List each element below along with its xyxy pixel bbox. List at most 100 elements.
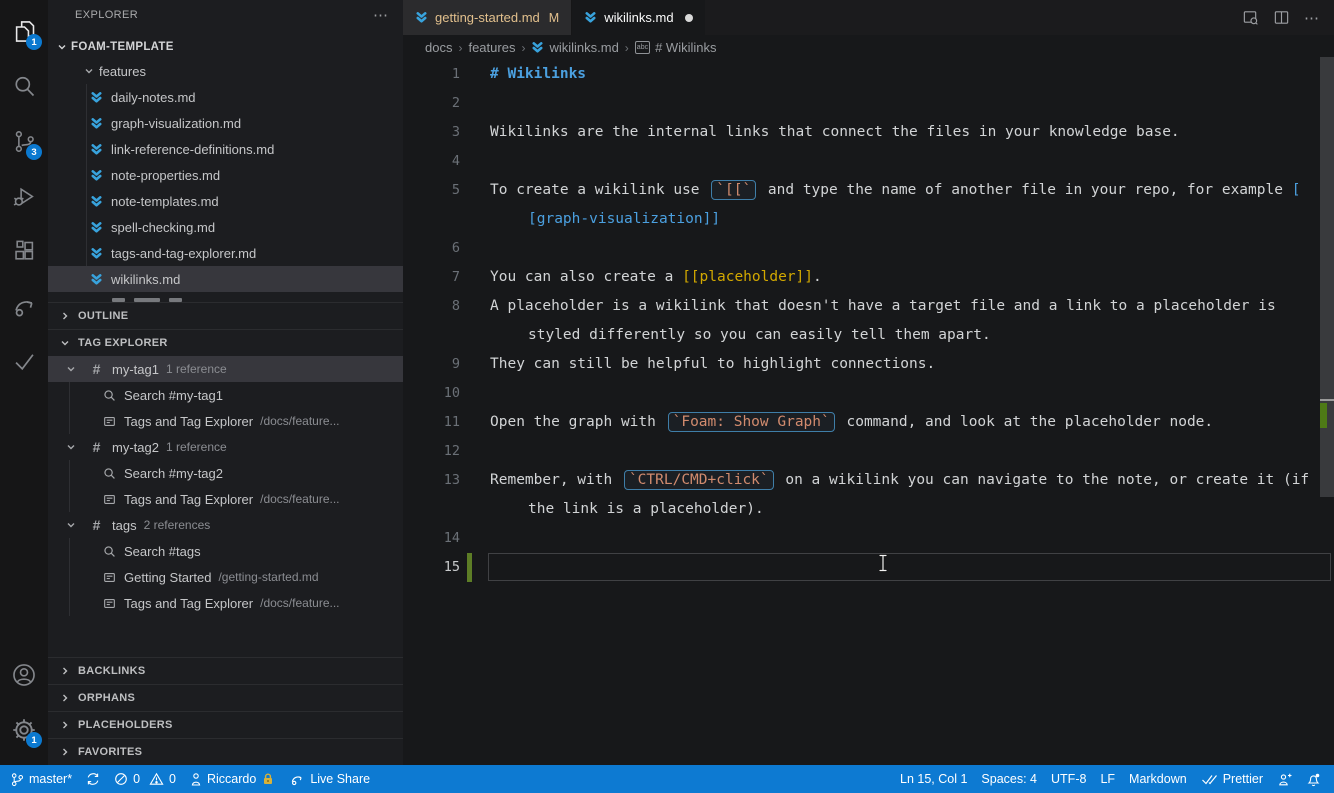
chevron-right-icon xyxy=(60,693,70,703)
activity-live-share-button[interactable] xyxy=(0,279,48,334)
search-icon xyxy=(103,545,116,558)
chevron-right-icon xyxy=(60,747,70,757)
activity-testing-button[interactable] xyxy=(0,334,48,389)
tag-explorer-tree: # my-tag1 1 reference Search #my-tag1 Ta… xyxy=(48,356,403,616)
code-row[interactable]: 8 A placeholder is a wikilink that doesn'… xyxy=(403,292,1334,321)
collapsed-section-header[interactable]: ORPHANS xyxy=(48,684,403,711)
code-row[interactable]: 1 # Wikilinks xyxy=(403,60,1334,89)
tab-getting-started[interactable]: getting-started.md M xyxy=(403,0,573,35)
file-row[interactable]: graph-visualization.md xyxy=(48,110,403,136)
breadcrumb-file[interactable]: wikilinks.md xyxy=(531,40,619,55)
tag-hash-icon: # xyxy=(92,361,101,377)
formatter-item[interactable]: Prettier xyxy=(1194,772,1270,786)
collapsed-section-header[interactable]: PLACEHOLDERS xyxy=(48,711,403,738)
live-share-status-item[interactable]: Live Share xyxy=(282,772,377,787)
notifications-item[interactable] xyxy=(1299,772,1328,787)
code-row[interactable]: 10 xyxy=(403,379,1334,408)
code-row[interactable]: 5 To create a wikilink use `[[` and type … xyxy=(403,176,1334,205)
activity-extensions-button[interactable] xyxy=(0,224,48,279)
tag-search-row[interactable]: Search #my-tag1 xyxy=(48,382,403,408)
tag-row[interactable]: # my-tag2 1 reference xyxy=(48,434,403,460)
feedback-item[interactable] xyxy=(1270,772,1299,787)
code-row[interactable]: 15 xyxy=(403,553,1334,582)
code-line-content: They can still be helpful to highlight c… xyxy=(490,356,936,372)
live-share-user-item[interactable]: Riccardo xyxy=(183,772,282,787)
note-icon xyxy=(103,493,116,506)
code-row[interactable]: 6 xyxy=(403,234,1334,263)
file-row[interactable]: link-reference-definitions.md xyxy=(48,136,403,162)
code-row[interactable]: 7 You can also create a [[placeholder]]. xyxy=(403,263,1334,292)
explorer-sidebar: EXPLORER ⋯ FOAM-TEMPLATE features daily-… xyxy=(48,0,403,765)
tag-note-row[interactable]: Getting Started /getting-started.md xyxy=(48,564,403,590)
settings-button[interactable]: 1 xyxy=(0,702,48,757)
breadcrumb-symbol[interactable]: abc # Wikilinks xyxy=(634,40,717,55)
breadcrumb-features[interactable]: features xyxy=(468,40,515,55)
sidebar-more-actions-icon[interactable]: ⋯ xyxy=(373,6,389,24)
activity-run-debug-button[interactable] xyxy=(0,169,48,224)
code-editor[interactable]: 1 # Wikilinks 2 3 Wikilinks are the internal… xyxy=(403,60,1334,765)
workspace-root-header[interactable]: FOAM-TEMPLATE xyxy=(48,36,403,58)
encoding-item[interactable]: UTF-8 xyxy=(1044,772,1093,786)
tag-row[interactable]: # my-tag1 1 reference xyxy=(48,356,403,382)
split-editor-icon[interactable] xyxy=(1273,9,1290,26)
collapsed-section-header[interactable]: FAVORITES xyxy=(48,738,403,765)
file-row[interactable]: tags-and-tag-explorer.md xyxy=(48,240,403,266)
sync-status-item[interactable] xyxy=(79,772,107,786)
line-number: 8 xyxy=(451,298,460,314)
activity-search-button[interactable] xyxy=(0,59,48,114)
code-row[interactable]: 12 xyxy=(403,437,1334,466)
account-button[interactable] xyxy=(0,647,48,702)
breadcrumb-docs[interactable]: docs xyxy=(425,40,452,55)
unsaved-dot-icon xyxy=(684,13,693,22)
indentation-item[interactable]: Spaces: 4 xyxy=(974,772,1044,786)
problems-status-item[interactable]: 0 0 xyxy=(107,772,183,786)
chevron-right-icon xyxy=(60,666,70,676)
code-row[interactable]: 4 xyxy=(403,147,1334,176)
tag-search-row[interactable]: Search #my-tag2 xyxy=(48,460,403,486)
tab-wikilinks[interactable]: wikilinks.md xyxy=(572,0,705,35)
activity-source-control-button[interactable]: 3 xyxy=(0,114,48,169)
eol-item[interactable]: LF xyxy=(1093,772,1122,786)
branch-status-item[interactable]: master* xyxy=(3,772,79,787)
code-row-wrapped[interactable]: the link is a placeholder). xyxy=(403,495,1334,524)
file-row[interactable]: note-templates.md xyxy=(48,188,403,214)
code-row[interactable]: 13 Remember, with `CTRL/CMD+click` on a w… xyxy=(403,466,1334,495)
vscode-window: 1 3 1 EXPLORER ⋯ FOAM-TEMPLATE features … xyxy=(0,0,1334,793)
code-row-wrapped[interactable]: [graph-visualization]] xyxy=(403,205,1334,234)
tag-row[interactable]: # tags 2 references xyxy=(48,512,403,538)
code-row[interactable]: 2 xyxy=(403,89,1334,118)
tag-note-row[interactable]: Tags and Tag Explorer /docs/feature... xyxy=(48,408,403,434)
tag-search-row[interactable]: Search #tags xyxy=(48,538,403,564)
explorer-badge: 1 xyxy=(26,34,42,50)
cursor-position-item[interactable]: Ln 15, Col 1 xyxy=(893,772,974,786)
file-row[interactable]: note-properties.md xyxy=(48,162,403,188)
chevron-right-icon xyxy=(60,720,70,730)
line-number: 6 xyxy=(451,240,460,256)
code-row[interactable]: 11 Open the graph with `Foam: Show Graph`… xyxy=(403,408,1334,437)
markdown-file-icon xyxy=(531,41,544,54)
markdown-file-icon xyxy=(90,195,103,208)
open-preview-icon[interactable] xyxy=(1242,9,1259,26)
editor-scrollbar[interactable] xyxy=(1320,57,1334,497)
git-added-gutter-bar xyxy=(467,553,472,582)
section-outline[interactable]: OUTLINE xyxy=(48,302,403,329)
file-row[interactable]: daily-notes.md xyxy=(48,84,403,110)
activity-explorer-button[interactable]: 1 xyxy=(0,4,48,59)
extensions-icon xyxy=(11,238,38,265)
language-mode-item[interactable]: Markdown xyxy=(1122,772,1194,786)
tag-note-row[interactable]: Tags and Tag Explorer /docs/feature... xyxy=(48,486,403,512)
code-row[interactable]: 14 xyxy=(403,524,1334,553)
line-number: 10 xyxy=(443,385,460,401)
collapsed-section-header[interactable]: BACKLINKS xyxy=(48,657,403,684)
code-row[interactable]: 3 Wikilinks are the internal links that c… xyxy=(403,118,1334,147)
section-tag-explorer[interactable]: TAG EXPLORER xyxy=(48,329,403,356)
code-row-wrapped[interactable]: styled differently so you can easily tel… xyxy=(403,321,1334,350)
file-row[interactable]: spell-checking.md xyxy=(48,214,403,240)
code-row[interactable]: 9 They can still be helpful to highlight … xyxy=(403,350,1334,379)
note-icon xyxy=(103,571,116,584)
tag-note-row[interactable]: Tags and Tag Explorer /docs/feature... xyxy=(48,590,403,616)
markdown-file-icon xyxy=(415,11,428,24)
file-row[interactable]: wikilinks.md xyxy=(48,266,403,292)
folder-row-features[interactable]: features xyxy=(48,58,403,84)
more-actions-icon[interactable]: ⋯ xyxy=(1304,9,1320,27)
